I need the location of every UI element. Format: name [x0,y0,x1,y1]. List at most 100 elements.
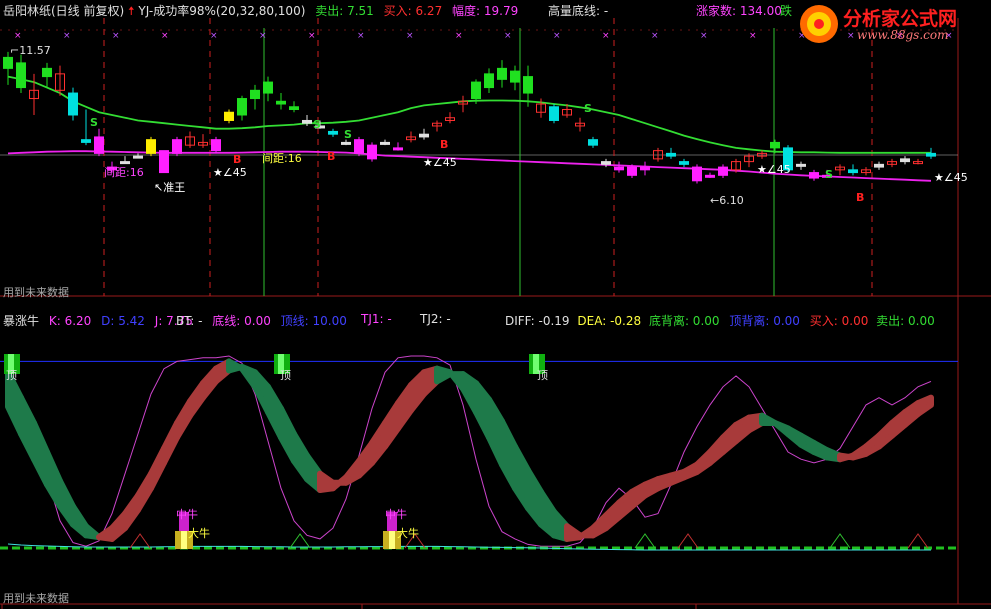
marker-x-8: × [406,31,414,41]
angle-label-1: ★∠45 [213,166,247,179]
king-label: ↖准王 [154,181,186,194]
candle-body [16,62,26,89]
candle-body [471,81,481,100]
buy-mark-1: B [233,153,242,166]
stock-title: 岳阳林纸(日线 前复权) 🠅 YJ-成功率98%(20,32,80,100) 卖… [3,2,518,23]
big-bull-highlight-0 [181,531,187,549]
big-bull-label-2: 大牛 [397,527,419,540]
low-price-label: ←6.10 [710,194,744,207]
candle-body [705,174,715,178]
candle-body [3,56,13,69]
marker-x-4: × [210,31,218,41]
candle-body [380,141,390,145]
sell-mark-3: S [344,128,352,141]
candle-body [614,166,624,171]
angle-label-2: ★∠45 [423,156,457,169]
tj1-value: TJ1: - [361,312,392,326]
candle-body [133,155,143,159]
top-signal-label-3: 顶 [537,369,548,382]
signal-triangle-5 [829,533,851,549]
candle-body [237,98,247,116]
candle-body [263,81,273,94]
signal-triangle-3 [634,533,656,549]
buy-value: 买入: 6.27 [383,4,443,18]
sell-mark-4: S [584,102,592,115]
mid-bull-label-1: 中牛 [176,508,198,521]
candle-body [81,139,91,143]
marker-x-15: × [749,31,757,41]
marker-x-2: × [112,31,120,41]
big-bull-label-1: 大牛 [188,527,210,540]
future-data-notice-bottom: 用到未来数据 [3,592,69,605]
candle-body [588,139,598,146]
big-bull-highlight-1 [389,531,395,549]
candle-body [289,106,299,111]
candle-body [926,152,936,157]
candle-body [484,73,494,89]
d-value: D: 5.42 [101,314,145,328]
signal-triangle-1 [289,533,311,549]
candle-body [419,133,429,138]
top-signal-label-1: 顶 [6,369,17,382]
marker-x-11: × [553,31,561,41]
candle-body [601,161,611,165]
candle-body [640,166,650,171]
candle-body [328,130,338,135]
angle-label-4: ★∠45 [934,171,968,184]
candle-body [809,172,819,179]
signal-triangle-0 [129,533,151,549]
site-logo: 分析家公式网 www.88gs.com [797,2,987,46]
range-value: 幅度: 19.79 [452,4,519,18]
mid-bull-label-2: 中牛 [385,508,407,521]
marker-x-5: × [259,31,267,41]
sell-mark-2: S [313,118,321,131]
buy-mark-2: B [440,138,449,151]
kd-ribbon-segment [915,394,934,417]
indicator-header: 暴涨牛 K: 6.20 D: 5.42 J: 7.75 [3,312,193,329]
candle-body [796,163,806,167]
marker-x-0: × [14,31,22,41]
marker-x-12: × [602,31,610,41]
trailing-label: 跌 [780,4,793,18]
up-arrow-icon: 🠅 [128,4,135,18]
indicator-title: 暴涨牛 [3,314,40,328]
candle-body [42,67,52,78]
candle-body [679,161,689,165]
candle-body [510,70,520,83]
marker-x-1: × [63,31,71,41]
candle-body [627,166,637,176]
candle-body [718,166,728,176]
signal-triangle-6 [907,533,929,549]
logo-site: www.88gs.com [857,28,949,42]
logo-brand: 分析家公式网 [843,8,958,30]
marker-x-7: × [357,31,365,41]
marker-x-10: × [504,31,512,41]
dea-value: DEA: -0.28 [577,314,642,328]
candle-body [146,139,156,154]
candle-body [874,163,884,168]
candle-body [497,67,507,80]
top-signal-label-2: 顶 [280,369,291,382]
candle-body [549,106,559,121]
bt-value: BT: - [176,314,203,328]
candle-body [692,166,702,182]
candle-body [224,111,234,121]
sell-mark-1: S [90,116,98,129]
marker-x-14: × [700,31,708,41]
diff-value: DIFF: -0.19 [505,314,570,328]
signal-triangle-4 [677,533,699,549]
volume-line-label: 高量底线: - [548,4,609,18]
distance-label-2: 间距:16 [262,152,302,165]
marker-x-6: × [308,31,316,41]
high-price-label: ⌐11.57 [10,44,51,57]
logo-emblem-icon [800,5,838,43]
candle-body [367,144,377,160]
home-count-label: 涨家数: 134.00 [696,4,782,18]
candle-body [770,141,780,149]
candle-body [523,76,533,94]
indicator-values: BT: - 底线: 0.00 顶线: 10.00 [176,312,347,329]
candle-body [900,158,910,163]
candle-body [354,139,364,154]
candle-body [172,139,182,154]
candle-body [250,89,260,100]
